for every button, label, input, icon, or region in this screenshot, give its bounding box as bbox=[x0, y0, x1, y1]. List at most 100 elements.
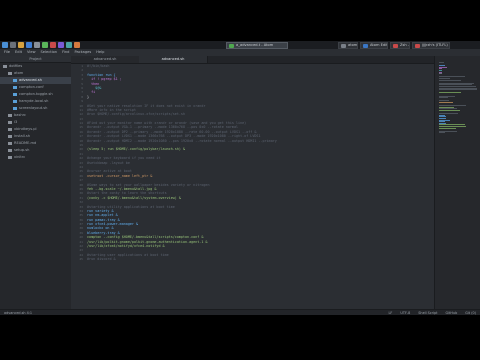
tree-item-label: screenlayout.sh bbox=[19, 106, 48, 110]
minimap-line bbox=[439, 92, 461, 94]
line-number: 45 bbox=[79, 257, 83, 262]
taskbar-window-button[interactable]: Zsh - Rfxt bbox=[390, 41, 410, 49]
tree-item[interactable]: compton.toggle.sh bbox=[0, 91, 71, 98]
menu-item-edit[interactable]: Edit bbox=[15, 50, 22, 54]
taskbar-window-label: Zsh - Rfxt bbox=[400, 42, 410, 47]
tree-item-label: advanced.sh bbox=[19, 78, 42, 82]
tree-item-label: compton.toggle.sh bbox=[19, 92, 53, 96]
tree-item-label: hamyde.local.sh bbox=[19, 99, 49, 103]
taskbar-window-label: Atom Edit bbox=[370, 42, 388, 47]
menu-item-view[interactable]: View bbox=[27, 50, 36, 54]
tree-item-label: xbindkeys.pl bbox=[14, 127, 37, 131]
file-icon bbox=[13, 106, 17, 110]
taskbar-window-button[interactable]: jjjjrzh's (ITLFL) bbox=[412, 41, 450, 49]
settings-icon[interactable] bbox=[34, 42, 40, 48]
files-icon[interactable] bbox=[18, 42, 24, 48]
minimap-line bbox=[439, 89, 477, 91]
music-icon[interactable] bbox=[50, 42, 56, 48]
editor-tab[interactable]: advanced.sh bbox=[139, 56, 208, 63]
code-line: #run discord & bbox=[87, 257, 116, 262]
tree-item[interactable]: setup.sh bbox=[0, 147, 71, 154]
editor-icon[interactable] bbox=[42, 42, 48, 48]
tree-item-label: setup.sh bbox=[14, 148, 30, 152]
tree-item[interactable]: install.sh bbox=[0, 133, 71, 140]
file-icon bbox=[3, 64, 7, 68]
tree-item-label: dotfiles bbox=[9, 64, 23, 68]
taskbar-window-button[interactable]: atom bbox=[338, 41, 358, 49]
tree-item[interactable]: README.md bbox=[0, 140, 71, 147]
desktop-screen: a_advanced.t - Atom atom Atom Edit Zsh - Rf… bbox=[0, 41, 480, 315]
editor-pane: advanced.sh advanced.sh 1 2 3 4 5 6 7 8 9 10 11 12 13… bbox=[71, 56, 434, 309]
taskbar: a_advanced.t - Atom atom Atom Edit Zsh - Rf… bbox=[0, 41, 480, 49]
editor-tab[interactable]: advanced.sh bbox=[71, 56, 140, 63]
menu-item-help[interactable]: Help bbox=[96, 50, 104, 54]
tree-item-label: xinitrc bbox=[14, 155, 26, 159]
project-panel: Project dotfiles atom advanced.sh compton.c… bbox=[0, 56, 72, 309]
taskbar-window-label: a_advanced.t - Atom bbox=[236, 42, 274, 47]
tree-item[interactable]: xinitrc bbox=[0, 154, 71, 161]
tree-item-label: atom bbox=[14, 71, 24, 75]
menu-item-selection[interactable]: Selection bbox=[41, 50, 58, 54]
project-header: Project bbox=[0, 56, 71, 63]
file-icon bbox=[8, 71, 12, 75]
tree-item[interactable]: screenlayout.sh bbox=[0, 105, 71, 112]
status-item[interactable]: GitHub bbox=[445, 311, 457, 315]
tree-item-label: i3 bbox=[14, 120, 18, 124]
file-icon bbox=[13, 92, 17, 96]
mail-icon[interactable] bbox=[66, 42, 72, 48]
window-app-icon bbox=[415, 43, 420, 48]
line-number-gutter: 1 2 3 4 5 6 7 8 9 10 11 12 13 14 15 16 17 18 19 20 21 22 23 24 2… bbox=[71, 64, 85, 309]
status-item[interactable]: LF bbox=[389, 311, 393, 315]
menu-item-packages[interactable]: Packages bbox=[74, 50, 91, 54]
file-icon bbox=[8, 148, 12, 152]
minimap-line bbox=[439, 127, 457, 129]
tree-item-label: install.sh bbox=[14, 134, 31, 138]
minimap-line bbox=[439, 79, 461, 81]
status-item[interactable]: Shell Script bbox=[418, 311, 437, 315]
image-icon[interactable] bbox=[74, 42, 80, 48]
status-item[interactable]: UTF-8 bbox=[400, 311, 410, 315]
taskbar-window-button[interactable]: a_advanced.t - Atom bbox=[226, 41, 288, 49]
status-file-position[interactable]: advanced.sh 4:1 bbox=[4, 311, 32, 315]
tree-item[interactable]: i3 bbox=[0, 119, 71, 126]
file-icon bbox=[8, 127, 12, 131]
minimap-line bbox=[439, 102, 454, 103]
window-app-icon bbox=[229, 43, 234, 48]
tree-item-label: bashrc bbox=[14, 113, 27, 117]
browser-icon[interactable] bbox=[26, 42, 32, 48]
file-icon bbox=[8, 120, 12, 124]
status-bar: advanced.sh 4:1 LF UTF-8 Shell Script GitHu… bbox=[0, 309, 480, 315]
file-icon bbox=[8, 113, 12, 117]
menu-item-file[interactable]: File bbox=[4, 50, 10, 54]
tree-item[interactable]: compton.conf bbox=[0, 84, 71, 91]
taskbar-window-label: jjjjrzh's (ITLFL) bbox=[422, 42, 448, 47]
tree-item[interactable]: hamyde.local.sh bbox=[0, 98, 71, 105]
file-icon bbox=[13, 85, 17, 89]
terminal-icon[interactable] bbox=[10, 42, 16, 48]
taskbar-window-button[interactable]: Atom Edit bbox=[360, 41, 388, 49]
tree-item-label: compton.conf bbox=[19, 85, 44, 89]
tree-item[interactable]: dotfiles bbox=[0, 63, 71, 70]
tree-item-label: README.md bbox=[14, 141, 37, 145]
tree-item[interactable]: bashrc bbox=[0, 112, 71, 119]
file-icon bbox=[8, 141, 12, 145]
minimap-line bbox=[439, 62, 444, 63]
app-menu-icon[interactable] bbox=[2, 42, 8, 48]
minimap-line bbox=[439, 132, 446, 134]
code-area[interactable]: #!/bin/bash function run { if ! pgrep $1 … bbox=[87, 64, 417, 309]
file-icon bbox=[8, 155, 12, 159]
file-icon bbox=[13, 78, 17, 82]
editor-tabs: advanced.sh advanced.sh bbox=[71, 56, 434, 64]
minimap-line bbox=[439, 110, 460, 111]
tree-item[interactable]: advanced.sh bbox=[0, 77, 71, 84]
chat-icon[interactable] bbox=[58, 42, 64, 48]
file-icon bbox=[13, 99, 17, 103]
minimap[interactable] bbox=[434, 56, 480, 309]
taskbar-window-label: atom bbox=[348, 42, 358, 47]
tree-item[interactable]: atom bbox=[0, 70, 71, 77]
tree-item[interactable]: xbindkeys.pl bbox=[0, 126, 71, 133]
status-item[interactable]: Git (0) bbox=[465, 311, 476, 315]
minimap-line bbox=[439, 73, 442, 75]
menu-item-find[interactable]: Find bbox=[62, 50, 69, 54]
menu-bar: File Edit View Selection Find Packages Help bbox=[0, 49, 480, 56]
